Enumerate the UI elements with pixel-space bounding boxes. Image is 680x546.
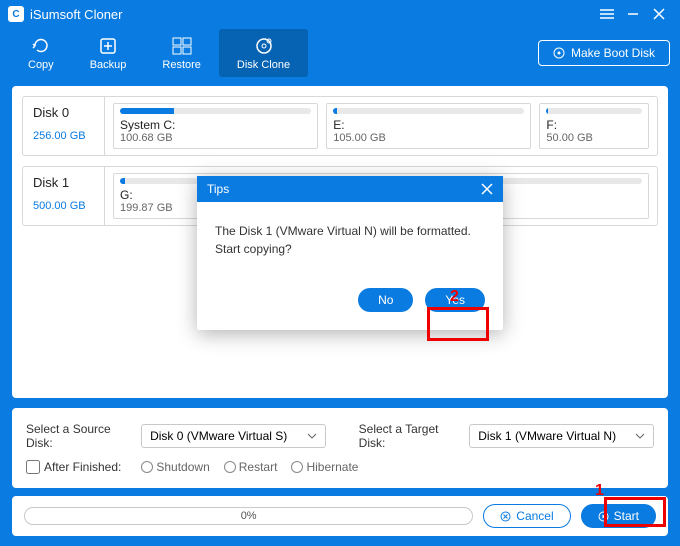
restore-button[interactable]: Restore — [144, 29, 219, 77]
menu-icon[interactable] — [594, 1, 620, 27]
dialog-no-button[interactable]: No — [358, 288, 413, 312]
disk-row[interactable]: Disk 0 256.00 GB System C: 100.68 GB E: … — [22, 96, 658, 156]
disk-name: Disk 1 — [33, 175, 94, 190]
controls-panel: Select a Source Disk: Disk 0 (VMware Vir… — [12, 408, 668, 488]
radio-label: Shutdown — [156, 460, 209, 474]
footer-panel: 0% Cancel Start — [12, 496, 668, 536]
disk-size: 256.00 GB — [33, 130, 94, 142]
dialog-title: Tips — [207, 182, 229, 196]
progress-text: 0% — [241, 510, 257, 522]
restore-icon — [172, 35, 192, 57]
boot-disk-label: Make Boot Disk — [571, 46, 655, 60]
partition-name: F: — [546, 118, 642, 132]
disk-size: 500.00 GB — [33, 200, 94, 212]
copy-button[interactable]: Copy — [10, 29, 72, 77]
after-finished-label: After Finished: — [44, 460, 121, 474]
start-button[interactable]: Start — [581, 504, 656, 528]
close-icon[interactable] — [646, 1, 672, 27]
target-disk-select[interactable]: Disk 1 (VMware Virtual N) — [469, 424, 654, 448]
app-title: iSumsoft Cloner — [30, 7, 594, 22]
callout-number-1: 1 — [595, 482, 604, 500]
radio-label: Restart — [239, 460, 278, 474]
callout-number-2: 2 — [450, 288, 459, 306]
disk-clone-button[interactable]: Disk Clone — [219, 29, 308, 77]
partition[interactable]: System C: 100.68 GB — [113, 103, 318, 149]
partition-name: System C: — [120, 118, 311, 132]
dialog-close-icon[interactable] — [481, 183, 493, 195]
restore-label: Restore — [162, 59, 201, 71]
boot-disk-icon — [553, 47, 565, 59]
target-disk-label: Select a Target Disk: — [359, 422, 460, 450]
partition-name: E: — [333, 118, 524, 132]
disk-clone-label: Disk Clone — [237, 59, 290, 71]
dialog-body: The Disk 1 (VMware Virtual N) will be fo… — [197, 202, 503, 278]
cancel-icon — [500, 511, 511, 522]
play-icon — [598, 511, 609, 522]
hibernate-radio[interactable]: Hibernate — [291, 460, 358, 474]
partition[interactable]: E: 105.00 GB — [326, 103, 531, 149]
start-label: Start — [614, 509, 639, 523]
cancel-button[interactable]: Cancel — [483, 504, 570, 528]
restart-radio[interactable]: Restart — [224, 460, 278, 474]
backup-label: Backup — [90, 59, 127, 71]
minimize-icon[interactable] — [620, 1, 646, 27]
backup-button[interactable]: Backup — [72, 29, 145, 77]
partition-size: 100.68 GB — [120, 132, 311, 144]
partition-size: 105.00 GB — [333, 132, 524, 144]
cancel-label: Cancel — [516, 509, 553, 523]
tips-dialog: Tips The Disk 1 (VMware Virtual N) will … — [197, 176, 503, 330]
source-disk-select[interactable]: Disk 0 (VMware Virtual S) — [141, 424, 326, 448]
shutdown-radio[interactable]: Shutdown — [141, 460, 209, 474]
chevron-down-icon — [635, 433, 645, 439]
disk-clone-icon — [254, 35, 274, 57]
chevron-down-icon — [307, 433, 317, 439]
copy-icon — [31, 35, 51, 57]
progress-bar: 0% — [24, 507, 473, 525]
copy-label: Copy — [28, 59, 54, 71]
source-disk-value: Disk 0 (VMware Virtual S) — [150, 429, 287, 443]
disk-name: Disk 0 — [33, 105, 94, 120]
source-disk-label: Select a Source Disk: — [26, 422, 131, 450]
radio-label: Hibernate — [306, 460, 358, 474]
partition[interactable]: F: 50.00 GB — [539, 103, 649, 149]
after-finished-checkbox[interactable]: After Finished: — [26, 460, 121, 474]
make-boot-disk-button[interactable]: Make Boot Disk — [538, 40, 670, 66]
backup-icon — [99, 35, 117, 57]
partition-size: 50.00 GB — [546, 132, 642, 144]
target-disk-value: Disk 1 (VMware Virtual N) — [478, 429, 616, 443]
app-logo-icon: C — [8, 6, 24, 22]
